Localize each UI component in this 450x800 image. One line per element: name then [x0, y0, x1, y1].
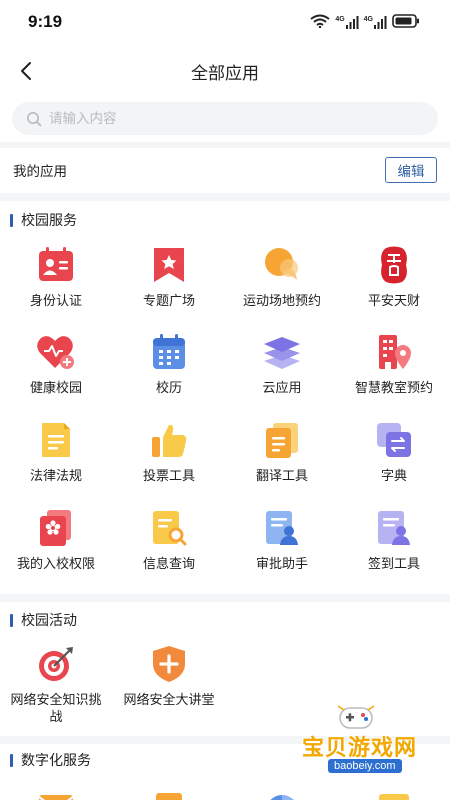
- building-pin-icon: [374, 332, 414, 372]
- app-label: 智慧教室预约: [354, 381, 433, 396]
- target-icon: [36, 644, 76, 684]
- app-translation-tool[interactable]: 翻译工具: [226, 420, 338, 485]
- section-marker: [10, 753, 13, 767]
- app-my-campus-access[interactable]: 我的入校权限: [0, 508, 112, 573]
- app-identity-auth[interactable]: 身份认证: [0, 245, 112, 310]
- watermark-logo: 宝贝游戏网 baobeiy.com: [288, 702, 438, 774]
- network-label: 4G: [363, 15, 373, 23]
- thumbs-up-icon: [149, 420, 189, 460]
- pie-icon: [262, 786, 302, 800]
- app-label: 字典: [380, 469, 407, 484]
- calendar-icon: [149, 332, 189, 372]
- id-card-icon: [36, 245, 76, 285]
- app-school-calendar[interactable]: 校历: [113, 332, 225, 397]
- section-marker: [10, 213, 13, 227]
- app-label: 健康校园: [29, 381, 82, 396]
- app-approval-assistant[interactable]: 审批助手: [226, 508, 338, 573]
- signal-icon: 4G: [335, 15, 359, 29]
- app-label: 我的入校权限: [16, 557, 95, 572]
- approval-icon: [262, 508, 302, 548]
- seal-icon: [374, 245, 414, 285]
- signal-icon: 4G: [363, 15, 387, 29]
- bookmark-star-icon: [149, 245, 189, 285]
- mail-icon: [36, 786, 76, 800]
- app-label: 投票工具: [142, 469, 195, 484]
- section-marker: [10, 613, 13, 627]
- chevron-left-icon: [21, 62, 31, 80]
- document-icon: [149, 786, 189, 800]
- divider: [0, 193, 450, 201]
- dictionary-icon: [374, 420, 414, 460]
- app-cyber-security-lecture[interactable]: 网络安全大讲堂: [113, 644, 225, 709]
- search-icon: [27, 111, 42, 126]
- app-healthy-campus[interactable]: 健康校园: [0, 332, 112, 397]
- document-icon: [36, 420, 76, 460]
- badge-flower-icon: [36, 508, 76, 548]
- app-label: 校历: [155, 381, 182, 396]
- app-voting-tool[interactable]: 投票工具: [113, 420, 225, 485]
- watermark-url: baobeiy.com: [328, 759, 402, 773]
- shield-plus-icon: [149, 644, 189, 684]
- my-apps-header: 我的应用 编辑: [0, 148, 450, 192]
- app-digital-document[interactable]: [113, 786, 225, 800]
- folder-icon: [374, 786, 414, 800]
- my-apps-title: 我的应用: [13, 164, 67, 180]
- section-title: 数字化服务: [21, 753, 91, 769]
- app-label: 法律法规: [29, 469, 82, 484]
- search-input[interactable]: [49, 110, 389, 127]
- back-button[interactable]: [10, 55, 42, 87]
- section-header-campus-activities: 校园活动: [0, 608, 450, 632]
- app-label: 签到工具: [367, 557, 420, 572]
- divider: [0, 594, 450, 602]
- app-label: 信息查询: [142, 557, 195, 572]
- app-info-query[interactable]: 信息查询: [113, 508, 225, 573]
- app-label: 网络安全大讲堂: [123, 693, 215, 708]
- section-title: 校园活动: [21, 613, 77, 629]
- battery-icon: [392, 13, 420, 32]
- app-digital-mail[interactable]: [0, 786, 112, 800]
- app-sign-in-tool[interactable]: 签到工具: [338, 508, 450, 573]
- nav-bar: 全部应用: [0, 44, 450, 98]
- network-label: 4G: [335, 15, 345, 23]
- status-bar: 9:19 4G 4G: [0, 0, 450, 44]
- chat-bubble-icon: [262, 245, 302, 285]
- gamepad-icon: [337, 705, 375, 729]
- search-bar[interactable]: [12, 102, 438, 135]
- status-time: 9:19: [28, 12, 63, 31]
- app-label: 翻译工具: [255, 469, 308, 484]
- app-label: 审批助手: [255, 557, 308, 572]
- edit-button[interactable]: 编辑: [385, 157, 437, 183]
- layers-icon: [262, 332, 302, 372]
- app-cloud-apps[interactable]: 云应用: [226, 332, 338, 397]
- wifi-icon: [310, 13, 330, 32]
- watermark-text: 宝贝游戏网: [302, 736, 418, 761]
- status-icons: 4G 4G: [310, 13, 420, 32]
- app-ping-an-tiancai[interactable]: 平安天财: [338, 245, 450, 310]
- app-digital-stats[interactable]: [226, 786, 338, 800]
- app-label: 身份认证: [29, 294, 82, 309]
- app-topic-plaza[interactable]: 专题广场: [113, 245, 225, 310]
- sign-in-icon: [374, 508, 414, 548]
- app-digital-folder[interactable]: [338, 786, 450, 800]
- app-label: 网络安全知识挑战: [10, 693, 102, 725]
- app-cyber-security-challenge[interactable]: 网络安全知识挑战: [0, 644, 112, 726]
- search-doc-icon: [149, 508, 189, 548]
- heart-plus-icon: [36, 332, 76, 372]
- app-label: 专题广场: [142, 294, 195, 309]
- app-label: 平安天财: [367, 294, 420, 309]
- app-sports-venue-booking[interactable]: 运动场地预约: [226, 245, 338, 310]
- page-title: 全部应用: [191, 63, 259, 84]
- app-laws-regulations[interactable]: 法律法规: [0, 420, 112, 485]
- app-smart-classroom-booking[interactable]: 智慧教室预约: [338, 332, 450, 397]
- section-header-campus-services: 校园服务: [0, 208, 450, 232]
- app-dictionary[interactable]: 字典: [338, 420, 450, 485]
- section-title: 校园服务: [21, 213, 77, 229]
- translate-doc-icon: [262, 420, 302, 460]
- app-label: 运动场地预约: [242, 294, 321, 309]
- app-label: 云应用: [262, 381, 302, 396]
